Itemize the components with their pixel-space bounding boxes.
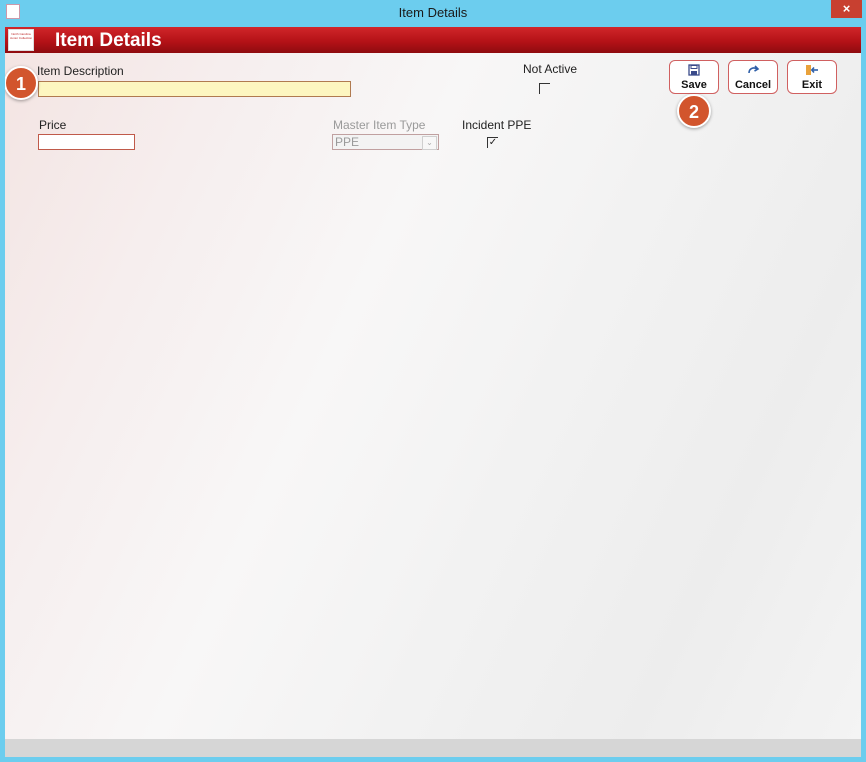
title-bar: Item Details × (0, 0, 866, 26)
close-button[interactable]: × (831, 0, 862, 18)
callout-badge-2: 2 (677, 94, 711, 128)
undo-arrow-icon (729, 64, 777, 78)
app-window: Item Details × North Carolina Junior Col… (0, 0, 866, 762)
status-bar (5, 739, 861, 757)
price-label: Price (39, 118, 67, 132)
header-banner: North Carolina Junior Collection Item De… (5, 27, 861, 53)
not-active-label: Not Active (523, 62, 578, 76)
item-description-label: Item Description (37, 64, 124, 78)
callout-badge-1: 1 (5, 66, 38, 100)
incident-ppe-label: Incident PPE (462, 118, 532, 132)
chevron-down-icon[interactable]: ⌄ (422, 136, 437, 150)
exit-button[interactable]: Exit (787, 60, 837, 94)
master-item-type-select[interactable]: PPE ⌄ (332, 134, 439, 150)
save-button[interactable]: Save (669, 60, 719, 94)
exit-label: Exit (801, 79, 823, 91)
item-description-input[interactable] (38, 81, 351, 97)
not-active-checkbox[interactable] (539, 83, 550, 94)
master-item-type-label: Master Item Type (333, 118, 426, 132)
master-item-type-value: PPE (335, 135, 360, 149)
incident-ppe-checkbox[interactable]: ✓ (487, 137, 498, 148)
cancel-button[interactable]: Cancel (728, 60, 778, 94)
exit-door-icon (788, 64, 836, 78)
logo: North Carolina Junior Collection (8, 29, 34, 51)
page-title: Item Details (55, 30, 162, 51)
save-label: Save (681, 79, 707, 91)
form-area: North Carolina Junior Collection Item De… (5, 27, 861, 757)
window-title: Item Details (398, 5, 468, 20)
price-input[interactable] (38, 134, 135, 150)
floppy-disk-icon (670, 64, 718, 78)
cancel-label: Cancel (734, 79, 772, 91)
